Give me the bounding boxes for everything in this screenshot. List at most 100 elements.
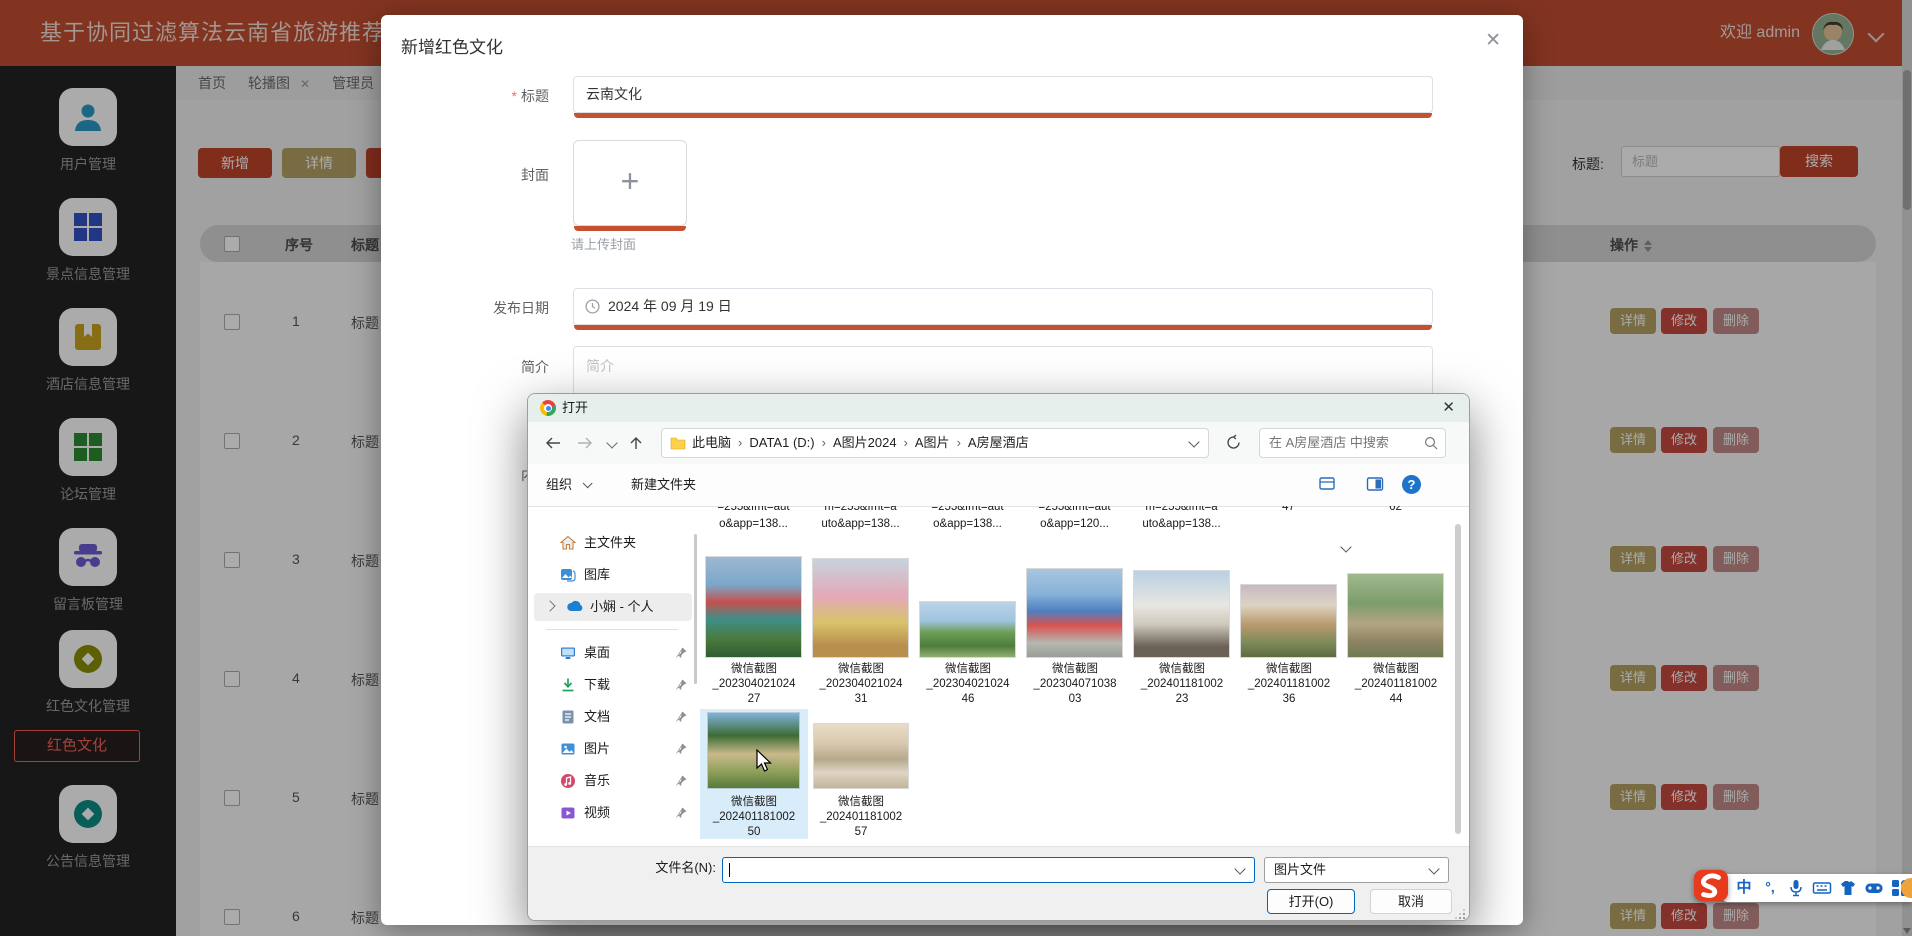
punctuation-icon[interactable]: °, [1760,878,1780,898]
dialog-toolbar: 组织 新建文件夹 ? [528,464,1469,506]
dialog-sidebar-item-下载[interactable]: 下载 [528,671,694,699]
dialog-close-icon[interactable]: ✕ [1442,394,1455,422]
expand-chevron-icon[interactable] [544,600,555,611]
search-placeholder: 在 A房屋酒店 中搜索 [1269,429,1389,457]
home-icon [560,535,576,551]
file-item[interactable]: 微信截图_20230407103803 [1027,547,1122,710]
file-name: 微信截图_20240118100257 [807,795,915,840]
file-thumbnail[interactable] [920,602,1015,657]
cancel-button[interactable]: 取消 [1370,889,1452,914]
file-grid-scrollbar[interactable] [1455,524,1461,834]
file-name-line: m=255&fmt=a [813,506,908,515]
dialog-sidebar-label: 音乐 [584,767,610,795]
file-type-value: 图片文件 [1274,858,1326,882]
file-thumbnail[interactable] [1027,569,1122,657]
cover-field-label: 封面 [381,165,549,185]
breadcrumb-segment[interactable]: A图片2024 [833,435,897,450]
file-item[interactable]: 微信截图_20240118100223 [1134,547,1229,710]
search-box[interactable]: 在 A房屋酒店 中搜索 [1259,428,1446,458]
dialog-sidebar-item-图片[interactable]: 图片 [528,735,694,763]
dialog-sidebar-item-图库[interactable]: 图库 [528,561,694,589]
skin-icon[interactable] [1838,878,1858,898]
file-name-line: 03 [1021,692,1129,707]
filename-input[interactable] [722,857,1255,883]
file-item[interactable]: 微信截图_20240118100257 [813,678,908,843]
modal-close-icon[interactable]: ✕ [1485,31,1501,51]
dialog-sidebar-item-主文件夹[interactable]: 主文件夹 [528,529,694,557]
file-item-partial[interactable]: =255&fmt=auto&app=120... [1027,506,1122,548]
file-name: 微信截图_20230407103803 [1021,662,1129,707]
file-thumbnail[interactable] [1348,574,1443,657]
new-folder-button[interactable]: 新建文件夹 [631,464,696,506]
clock-icon [585,299,600,314]
organize-button[interactable]: 组织 [546,464,589,506]
keyboard-icon[interactable] [1812,878,1832,898]
title-field[interactable]: 云南文化 [573,76,1433,113]
dialog-sidebar-item-视频[interactable]: 视频 [528,799,694,827]
breadcrumb-separator-icon: › [957,435,961,450]
file-thumbnail[interactable] [1134,571,1229,657]
file-type-select[interactable]: 图片文件 [1264,857,1449,883]
dialog-sidebar-item-小娴 - 个人[interactable]: 小娴 - 个人 [534,593,692,621]
chinese-mode-icon[interactable]: 中 [1734,878,1754,898]
breadcrumb-segment[interactable]: A图片 [915,435,950,450]
file-name-line: 23 [1128,692,1236,707]
file-item-partial[interactable]: 47 [1241,506,1336,548]
file-item[interactable]: 微信截图_20240118100250 [706,678,801,843]
address-dropdown-chevron-icon[interactable] [1188,436,1199,447]
back-icon[interactable] [544,435,562,451]
ime-toolbar[interactable]: 中 °, [1722,874,1912,902]
file-thumbnail[interactable] [708,713,799,788]
help-icon[interactable]: ? [1402,475,1421,494]
preview-pane-icon[interactable] [1366,476,1384,494]
file-item-partial[interactable]: 62 [1348,506,1443,548]
file-item-partial[interactable]: m=255&fmt=auto&app=138... [1134,506,1229,548]
dialog-sidebar-item-音乐[interactable]: 音乐 [528,767,694,795]
video-icon [560,805,576,821]
file-name-line: =255&fmt=aut [920,506,1015,515]
view-mode-icon[interactable] [1318,476,1336,494]
refresh-icon[interactable] [1225,434,1242,451]
file-thumbnail[interactable] [814,724,908,788]
file-item-partial[interactable]: m=255&fmt=a uto&app=138... [813,506,908,548]
filename-dropdown-chevron-icon[interactable] [1234,863,1245,874]
date-field[interactable]: 2024 年 09 月 19 日 [573,288,1433,325]
file-open-dialog: 打开 ✕ 此电脑›DATA1 (D:)›A图片2024›A图片›A房屋酒店 在 … [527,393,1470,921]
dialog-sidebar-item-桌面[interactable]: 桌面 [528,639,694,667]
sogou-logo-icon[interactable] [1692,868,1730,904]
file-name-line: _202401181002 [807,810,915,825]
pin-icon [674,678,688,692]
cover-upload-hint: 请上传封面 [571,234,636,253]
breadcrumb-segment[interactable]: DATA1 (D:) [749,435,814,450]
microphone-icon[interactable] [1786,878,1806,898]
cover-upload-box[interactable]: + [573,140,687,226]
forward-icon[interactable] [576,435,594,451]
file-thumbnail[interactable] [1241,585,1336,657]
breadcrumb-segment[interactable]: 此电脑 [692,435,731,450]
file-item[interactable]: 微信截图_20230402102446 [920,547,1015,710]
dialog-sidebar-item-文档[interactable]: 文档 [528,703,694,731]
file-item[interactable]: 微信截图_20240118100244 [1348,547,1443,710]
sidebar-scrollbar[interactable] [694,534,697,684]
pictures-icon [560,741,576,757]
breadcrumb-segment[interactable]: A房屋酒店 [968,435,1029,450]
file-thumbnail[interactable] [813,559,908,657]
open-button[interactable]: 打开(O) [1267,889,1355,914]
file-item[interactable]: 微信截图_20240118100236 [1241,547,1336,710]
chrome-icon [540,400,556,416]
file-thumbnail[interactable] [706,557,801,657]
breadcrumb[interactable]: 此电脑›DATA1 (D:)›A图片2024›A图片›A房屋酒店 [661,428,1209,458]
file-item-partial[interactable]: =255&fmt=auto&app=138... [920,506,1015,548]
file-name-line: uto&app=138... [813,517,908,532]
dialog-sidebar-label: 桌面 [584,639,610,667]
recent-locations-chevron-icon[interactable] [606,437,617,448]
breadcrumb-separator-icon: › [822,435,826,450]
up-icon[interactable] [628,435,644,451]
file-item-partial[interactable]: =255&fmt=auto&app=138... [706,506,801,548]
dialog-sidebar-label: 小娴 - 个人 [590,593,654,621]
dialog-titlebar[interactable]: 打开 ✕ [528,394,1469,422]
file-type-chevron-icon [1428,863,1439,874]
gamepad-icon[interactable] [1864,878,1884,898]
organize-chevron-icon [582,478,592,488]
resize-grip[interactable] [1457,911,1465,919]
